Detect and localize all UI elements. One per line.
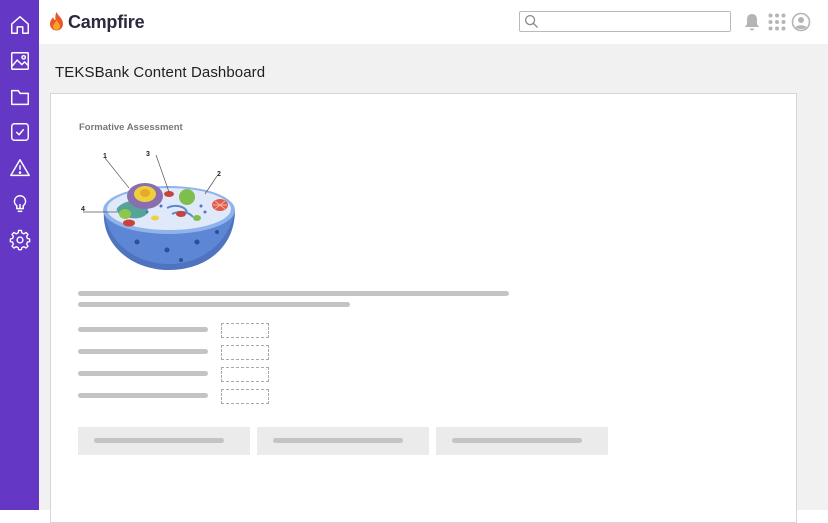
- card-heading: Formative Assessment: [79, 122, 183, 133]
- search-icon: [524, 14, 539, 29]
- search-box[interactable]: [519, 11, 731, 32]
- folder-icon[interactable]: [9, 86, 31, 108]
- checkbox-icon[interactable]: [9, 121, 31, 143]
- diagram-label-1: 1: [103, 153, 107, 160]
- answer-drop-zone[interactable]: [221, 323, 269, 338]
- app-name: Campfire: [68, 11, 145, 32]
- user-avatar-icon[interactable]: [791, 12, 811, 32]
- answer-choice-line: [94, 438, 224, 443]
- match-term-line: [78, 393, 208, 398]
- image-icon[interactable]: [9, 50, 31, 72]
- answer-choice[interactable]: [436, 427, 608, 455]
- answer-choice[interactable]: [257, 427, 429, 455]
- match-term-line: [78, 349, 208, 354]
- bell-icon[interactable]: [742, 12, 762, 32]
- question-text-line: [78, 302, 350, 307]
- answer-drop-zone[interactable]: [221, 389, 269, 404]
- answer-drop-zone[interactable]: [221, 345, 269, 360]
- sidebar: [0, 0, 39, 510]
- campfire-logo[interactable]: Campfire: [48, 9, 145, 35]
- match-term-line: [78, 327, 208, 332]
- search-input[interactable]: [542, 13, 731, 32]
- gear-icon[interactable]: [9, 229, 31, 251]
- lightbulb-icon[interactable]: [9, 193, 31, 215]
- answer-choice-line: [273, 438, 403, 443]
- flame-icon: [50, 12, 63, 31]
- warning-icon[interactable]: [9, 157, 31, 179]
- answer-choice[interactable]: [78, 427, 250, 455]
- diagram-label-4: 4: [81, 206, 85, 213]
- diagram-label-2: 2: [217, 171, 221, 178]
- home-icon[interactable]: [9, 14, 31, 36]
- page-area: TEKSBank Content Dashboard Formative Ass…: [39, 44, 828, 523]
- answer-drop-zone[interactable]: [221, 367, 269, 382]
- apps-grid-icon[interactable]: [767, 12, 787, 32]
- top-bar: Campfire: [39, 0, 828, 44]
- question-text-line: [78, 291, 509, 296]
- match-term-line: [78, 371, 208, 376]
- content-card: Formative Assessment 1 3 2 4: [50, 93, 797, 523]
- page-title: TEKSBank Content Dashboard: [55, 64, 266, 81]
- answer-choice-line: [452, 438, 582, 443]
- diagram-label-3: 3: [146, 151, 150, 158]
- animal-cell-diagram: 1 3 2 4: [81, 151, 235, 270]
